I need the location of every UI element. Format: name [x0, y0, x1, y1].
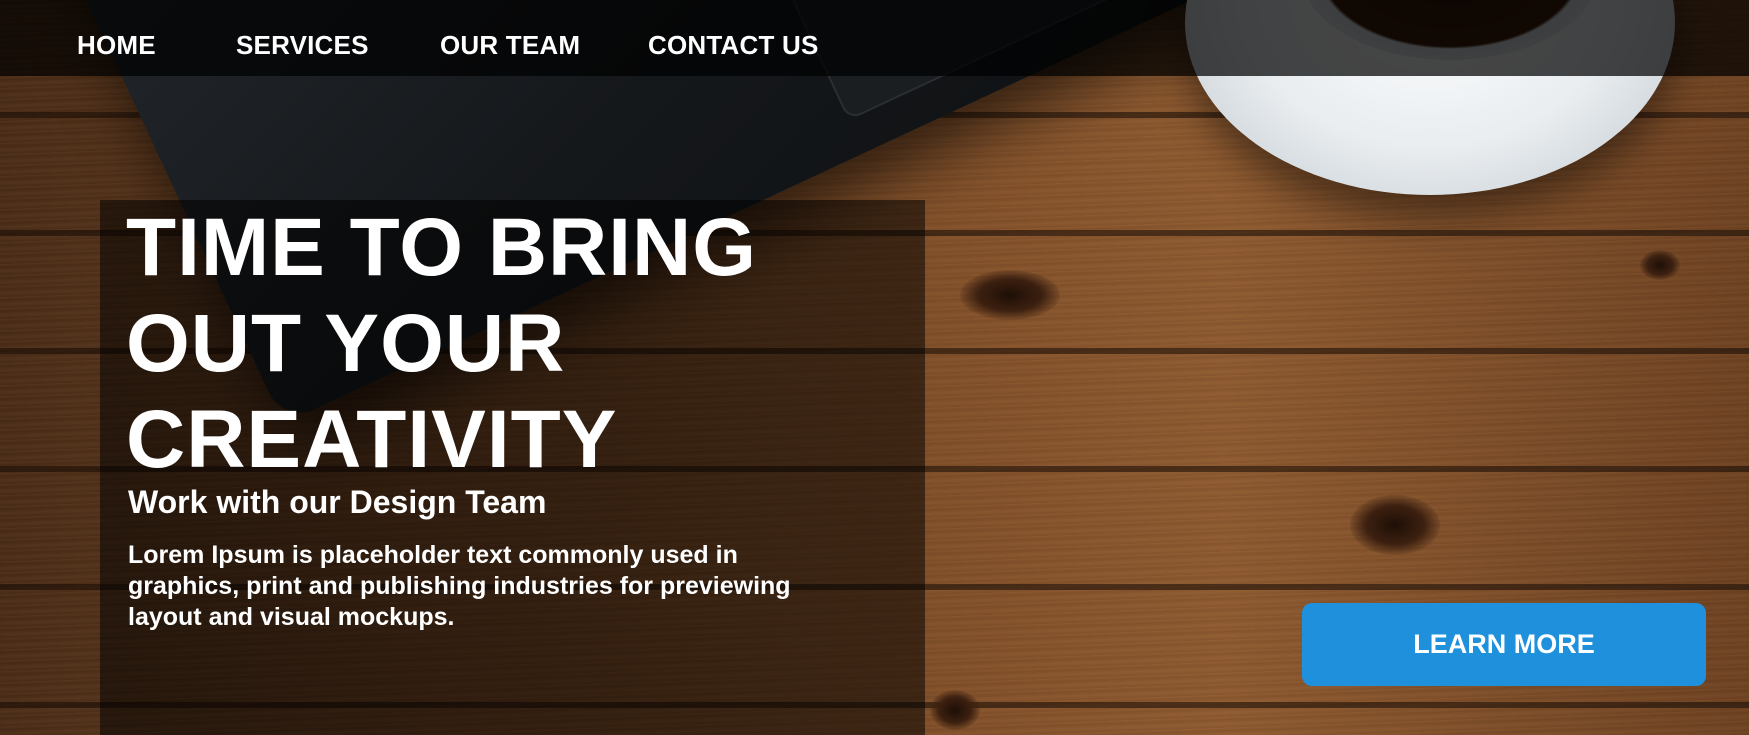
headline-line: CREATIVITY: [126, 394, 618, 485]
nav-home-link[interactable]: HOME: [77, 30, 156, 61]
nav-services-link[interactable]: SERVICES: [236, 30, 369, 61]
wood-knot: [1350, 495, 1440, 555]
hero-headline: TIME TO BRING OUT YOUR CREATIVITY: [126, 200, 826, 488]
learn-more-button[interactable]: LEARN MORE: [1302, 603, 1706, 686]
wood-knot: [1640, 250, 1680, 280]
nav-contact-us-link[interactable]: CONTACT US: [648, 30, 819, 61]
hero-subheading: Work with our Design Team: [128, 484, 547, 520]
navigation-bar: HOME SERVICES OUR TEAM CONTACT US: [0, 0, 1749, 76]
wood-knot: [960, 270, 1060, 320]
headline-line: TIME TO BRING: [126, 202, 758, 293]
headline-line: OUT YOUR: [126, 298, 566, 389]
wood-knot: [930, 690, 980, 730]
nav-our-team-link[interactable]: OUR TEAM: [440, 30, 580, 61]
hero-body-text: Lorem Ipsum is placeholder text commonly…: [128, 541, 791, 631]
